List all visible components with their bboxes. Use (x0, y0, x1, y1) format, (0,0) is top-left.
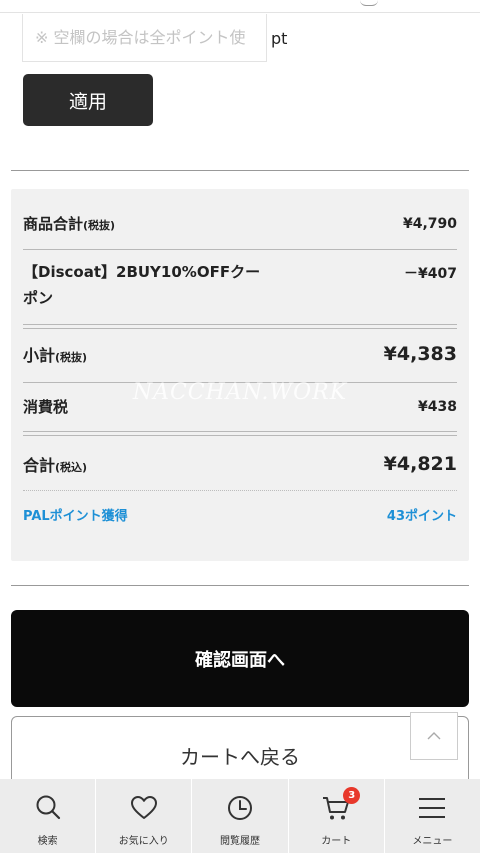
section-divider (11, 585, 469, 586)
subtotal-label: 小計(税抜) (23, 346, 88, 365)
point-usage-row: pt (22, 14, 287, 62)
heart-icon (130, 796, 157, 819)
bottom-tab-bar: 検索 お気に入り 閲覧履歴 3 カート メニュー (0, 779, 480, 853)
cart-count-badge: 3 (343, 787, 361, 804)
pal-points-value: 43ポイント (386, 509, 457, 524)
tab-label: メニュー (412, 836, 453, 847)
tax-value: ¥438 (418, 398, 457, 415)
apply-points-button[interactable]: 適用 (23, 74, 153, 126)
pal-points-label: PALポイント獲得 (23, 509, 128, 524)
coupon-label: 【Discoat】2BUY10%OFFクーポン (23, 263, 261, 307)
point-amount-input[interactable] (22, 14, 267, 62)
summary-dotted-divider (23, 490, 457, 491)
grand-total-label: 合計(税込) (23, 456, 88, 475)
checkout-page: pt 適用 商品合計(税抜) ¥4,790 【Discoat】2BUY10%OF… (0, 0, 480, 853)
items-total-label: 商品合計(税抜) (23, 215, 116, 233)
coupon-discount-value: －¥407 (404, 266, 457, 282)
clock-icon (228, 796, 252, 820)
tab-label: 閲覧履歴 (220, 836, 260, 847)
tab-favorites[interactable]: お気に入り (95, 779, 191, 853)
items-total-row: 商品合計(税抜) ¥4,790 (23, 213, 457, 234)
subtotal-row: 小計(税抜) ¥4,383 (23, 342, 457, 366)
pal-points-row: PALポイント獲得 43ポイント (23, 505, 457, 524)
back-to-cart-button[interactable]: カートへ戻る (11, 716, 469, 786)
scroll-to-top-button[interactable] (410, 712, 458, 760)
items-total-value: ¥4,790 (402, 215, 457, 232)
summary-divider (23, 249, 457, 250)
tab-menu[interactable]: メニュー (383, 779, 480, 853)
confirm-order-button[interactable]: 確認画面へ (11, 610, 469, 707)
section-divider (11, 170, 469, 171)
grand-total-value: ¥4,821 (383, 453, 457, 475)
tax-label: 消費税 (23, 398, 69, 416)
tab-label: 検索 (37, 836, 58, 847)
top-divider (0, 12, 480, 13)
summary-divider (23, 382, 457, 383)
tab-search[interactable]: 検索 (0, 779, 95, 853)
grand-total-row: 合計(税込) ¥4,821 (23, 452, 457, 476)
summary-double-divider (23, 324, 457, 329)
point-unit-label: pt (271, 28, 288, 48)
tab-label: お気に入り (118, 836, 169, 847)
search-icon (36, 795, 60, 820)
tab-label: カート (321, 836, 352, 847)
chevron-up-icon (427, 732, 441, 740)
summary-double-divider (23, 431, 457, 436)
tax-row: 消費税 ¥438 (23, 396, 457, 417)
tab-cart[interactable]: 3 カート (287, 779, 384, 853)
coupon-row: 【Discoat】2BUY10%OFFクーポン －¥407 (23, 259, 457, 311)
tab-history[interactable]: 閲覧履歴 (191, 779, 287, 853)
menu-icon (419, 798, 446, 818)
subtotal-value: ¥4,383 (383, 343, 457, 365)
scrolled-content-fragment (360, 0, 378, 6)
order-summary-panel: 商品合計(税抜) ¥4,790 【Discoat】2BUY10%OFFクーポン … (11, 189, 469, 561)
